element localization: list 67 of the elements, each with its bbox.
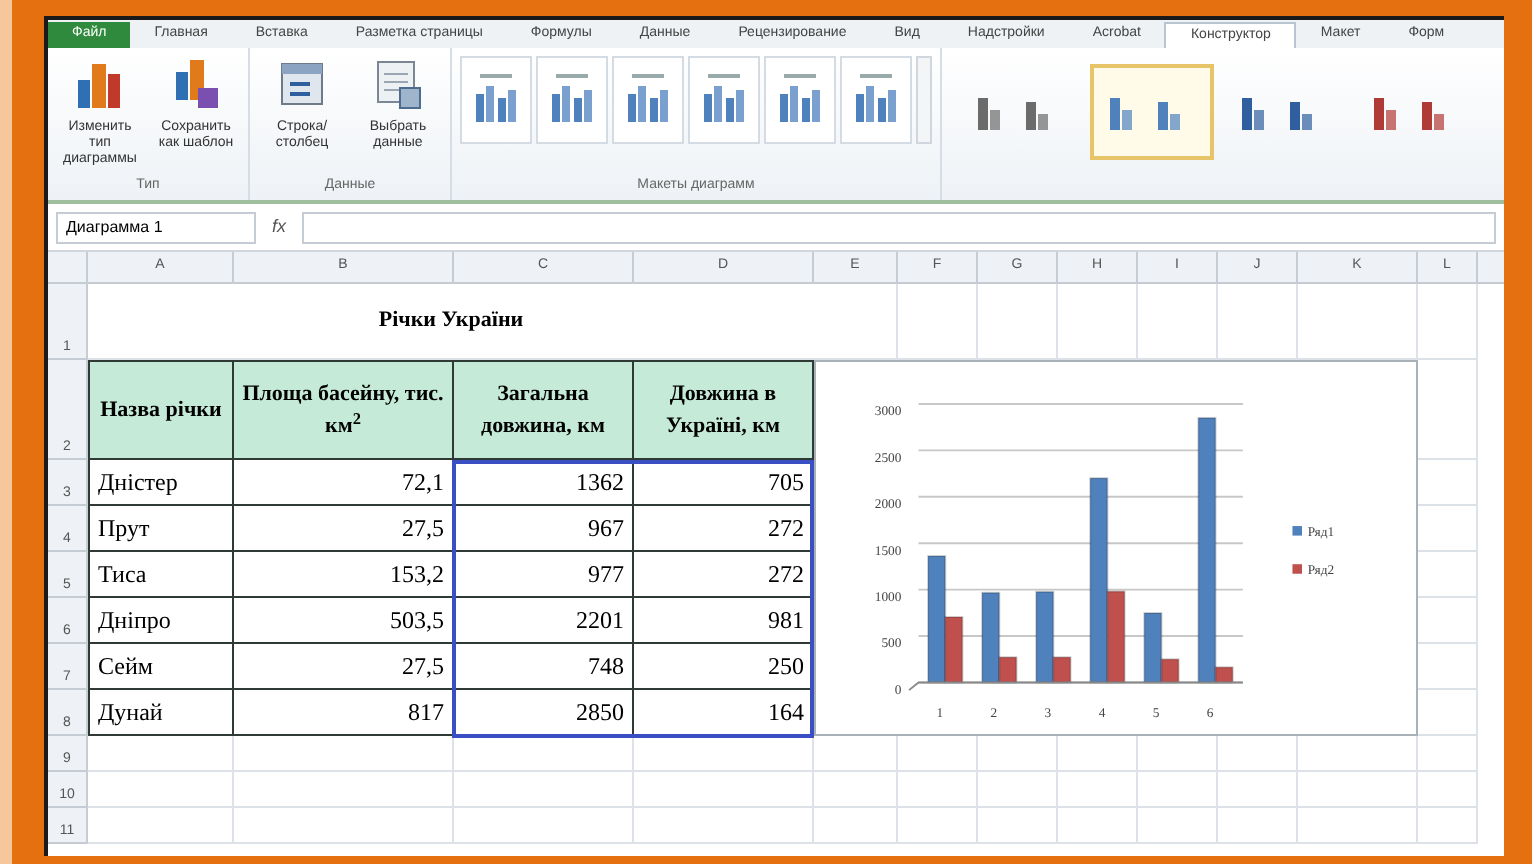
chart-layout-option[interactable]: [688, 56, 760, 144]
grid-cell[interactable]: [1058, 772, 1138, 808]
grid-cell[interactable]: [814, 808, 898, 844]
chart-template-icon: [170, 56, 222, 112]
grid-cell[interactable]: [634, 772, 814, 808]
grid-cell[interactable]: [1218, 808, 1298, 844]
grid-cell[interactable]: [1298, 772, 1418, 808]
table-cell: 817: [234, 690, 454, 736]
grid-cell[interactable]: [814, 772, 898, 808]
chart-layout-option[interactable]: [840, 56, 912, 144]
grid-cell[interactable]: [454, 772, 634, 808]
grid-cell[interactable]: [1138, 808, 1218, 844]
grid-cell[interactable]: [234, 772, 454, 808]
grid-cell[interactable]: [234, 736, 454, 772]
grid-cell[interactable]: [1298, 808, 1418, 844]
name-box[interactable]: Диаграмма 1: [56, 211, 256, 243]
grid-cell[interactable]: [454, 808, 634, 844]
column-heading: Загальна довжина, км: [454, 360, 634, 460]
grid-cell[interactable]: [1218, 772, 1298, 808]
chart-style-option[interactable]: [1090, 64, 1214, 160]
chart-layout-option[interactable]: [764, 56, 836, 144]
table-cell: 153,2: [234, 552, 454, 598]
grid-cell[interactable]: [88, 736, 234, 772]
grid-cell[interactable]: [1418, 736, 1478, 772]
grid-cell[interactable]: [454, 736, 634, 772]
table-cell: 1362: [454, 460, 634, 506]
table-cell: 503,5: [234, 598, 454, 644]
table-cell: Дунай: [88, 690, 234, 736]
grid-cell[interactable]: [898, 772, 978, 808]
grid-cell[interactable]: [1058, 808, 1138, 844]
grid-cell[interactable]: [898, 808, 978, 844]
table-cell: Дністер: [88, 460, 234, 506]
table-cell: 2201: [454, 598, 634, 644]
table-cell: Дніпро: [88, 598, 234, 644]
grid-cell[interactable]: [1418, 808, 1478, 844]
column-heading: Довжина в Україні, км: [634, 360, 814, 460]
grid-cell[interactable]: [978, 772, 1058, 808]
table-cell: Тиса: [88, 552, 234, 598]
table-cell: 72,1: [234, 460, 454, 506]
chart-layout-option[interactable]: [612, 56, 684, 144]
grid-cell[interactable]: [978, 808, 1058, 844]
column-heading: Площа басейну, тис. км$^{2}$: [234, 360, 454, 460]
chart-layout-option[interactable]: [460, 56, 532, 144]
grid-cell[interactable]: [1138, 772, 1218, 808]
grid-cell[interactable]: [634, 808, 814, 844]
formula-field[interactable]: [302, 211, 1496, 243]
grid-cell[interactable]: [1418, 772, 1478, 808]
gallery-scrollbar[interactable]: [916, 56, 932, 144]
function-label[interactable]: fx: [272, 213, 287, 241]
table-cell: Сейм: [88, 644, 234, 690]
table-cell: 748: [454, 644, 634, 690]
table-cell: 977: [454, 552, 634, 598]
grid-cell[interactable]: [234, 808, 454, 844]
legend-swatch: [1292, 564, 1302, 574]
table-cell: 967: [454, 506, 634, 552]
grid-cell[interactable]: [634, 736, 814, 772]
legend-swatch: [1292, 526, 1302, 536]
table-cell: 27,5: [234, 506, 454, 552]
grid-cell[interactable]: [88, 772, 234, 808]
table-cell: 2850: [454, 690, 634, 736]
grid-cell[interactable]: [88, 808, 234, 844]
table-cell: Прут: [88, 506, 234, 552]
select-data-icon: [372, 56, 424, 112]
chart-layout-option[interactable]: [536, 56, 608, 144]
table-cell: 27,5: [234, 644, 454, 690]
grid-cell[interactable]: [1418, 284, 1478, 360]
column-heading: Назва річки: [88, 360, 234, 460]
